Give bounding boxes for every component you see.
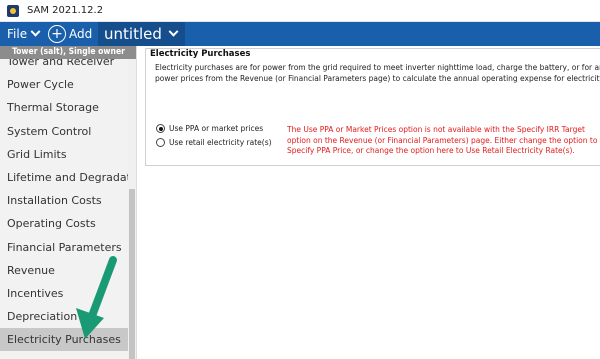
main-toolbar: File + Add untitled: [0, 22, 600, 46]
panel-description: Electricity purchases are for power from…: [155, 63, 600, 84]
input-pages-sidebar: Tower and Receiver Power Cycle Thermal S…: [0, 46, 137, 359]
add-case-button[interactable]: + Add: [48, 25, 96, 43]
case-tab-untitled[interactable]: untitled: [98, 22, 185, 46]
sidebar-item-power-cycle[interactable]: Power Cycle: [0, 73, 128, 96]
option-ppa-market-prices[interactable]: Use PPA or market prices: [156, 124, 263, 133]
sidebar-item-electricity-purchases[interactable]: Electricity Purchases: [0, 328, 128, 352]
option-retail-label: Use retail electricity rate(s): [169, 138, 272, 147]
sidebar-item-installation-costs[interactable]: Installation Costs: [0, 189, 128, 212]
title-bar: SAM 2021.12.2: [0, 0, 600, 22]
panel-description-line-1: Electricity purchases are for power from…: [155, 63, 600, 72]
chevron-down-icon: [30, 26, 41, 37]
sidebar-item-incentives[interactable]: Incentives: [0, 282, 128, 305]
file-menu-button[interactable]: File: [0, 26, 46, 41]
add-case-label: Add: [69, 27, 93, 41]
electricity-purchases-panel: Electricity Purchases Electricity purcha…: [145, 48, 600, 166]
sidebar-item-thermal-storage[interactable]: Thermal Storage: [0, 96, 128, 119]
sidebar-item-grid-limits[interactable]: Grid Limits: [0, 143, 128, 166]
panel-title: Electricity Purchases: [148, 49, 253, 59]
sidebar-item-financial-parameters[interactable]: Financial Parameters: [0, 236, 128, 259]
chevron-down-icon[interactable]: [168, 26, 179, 37]
sidebar-nav-list: Tower and Receiver Power Cycle Thermal S…: [0, 50, 128, 352]
option-retail-rates[interactable]: Use retail electricity rate(s): [156, 138, 272, 147]
sidebar-item-revenue[interactable]: Revenue: [0, 259, 128, 282]
page-content: Electricity Purchases Electricity purcha…: [137, 46, 600, 359]
ppa-warning-message: The Use PPA or Market Prices option is n…: [287, 125, 598, 155]
sidebar-scrollbar-thumb[interactable]: [129, 189, 135, 359]
panel-description-line-2: power prices from the Revenue (or Financ…: [155, 73, 600, 83]
plus-circle-icon: +: [48, 25, 66, 43]
sidebar-scrollbar[interactable]: [128, 59, 136, 359]
radio-retail-rates[interactable]: [156, 138, 165, 147]
radio-ppa-market-prices[interactable]: [156, 124, 165, 133]
window-title: SAM 2021.12.2: [27, 5, 104, 16]
sidebar-item-system-control[interactable]: System Control: [0, 120, 128, 143]
case-tab-label: untitled: [104, 25, 162, 43]
option-ppa-label: Use PPA or market prices: [169, 124, 264, 133]
sidebar-item-operating-costs[interactable]: Operating Costs: [0, 212, 128, 235]
configuration-banner: Tower (salt), Single owner: [0, 46, 136, 59]
sidebar-item-lifetime-and-degradation[interactable]: Lifetime and Degradation: [0, 166, 128, 189]
sam-window: SAM 2021.12.2 File + Add untitled Tower …: [0, 0, 600, 359]
sidebar-item-depreciation[interactable]: Depreciation: [0, 305, 128, 328]
file-menu-label: File: [7, 27, 28, 41]
sam-app-icon: [7, 4, 19, 17]
